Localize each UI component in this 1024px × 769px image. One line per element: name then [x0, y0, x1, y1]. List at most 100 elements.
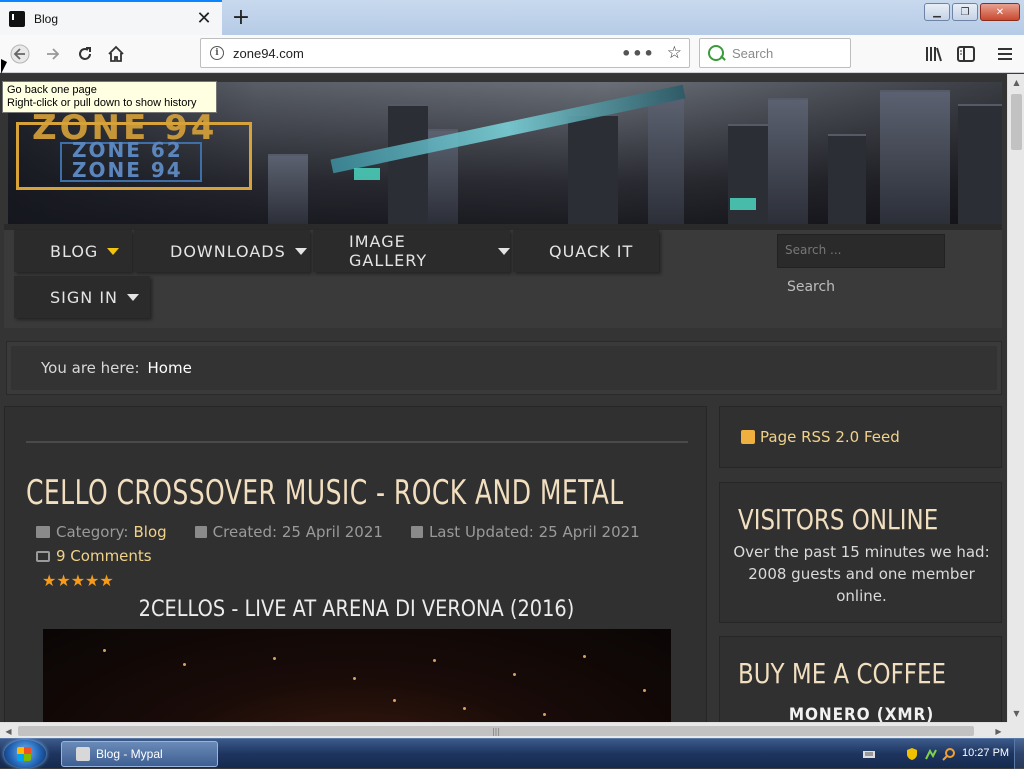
sidebar-toggle-icon[interactable] — [955, 43, 977, 65]
back-button[interactable] — [5, 39, 35, 69]
banner-light — [354, 168, 380, 180]
bookmark-star-icon[interactable]: ☆ — [667, 43, 682, 63]
horizontal-scroll-thumb[interactable]: ||| — [18, 726, 974, 736]
menu-item-quack-it[interactable]: QUACK IT — [513, 230, 659, 272]
url-bar[interactable]: i zone94.com ••• ☆ — [200, 38, 690, 68]
video-light — [353, 677, 356, 680]
folder-icon — [36, 526, 50, 538]
scrollbar-corner — [1007, 722, 1024, 738]
back-arrow-icon — [10, 44, 30, 64]
visitors-title: VISITORS ONLINE — [738, 503, 939, 536]
calendar-icon — [194, 526, 207, 538]
comments-link[interactable]: 9 Comments — [36, 547, 152, 565]
reload-button[interactable] — [70, 39, 100, 69]
taskbar-clock[interactable]: 10:27 PM — [962, 747, 1009, 759]
banner-light — [730, 198, 756, 210]
visitors-text: Over the past 15 minutes we had: 2008 gu… — [733, 543, 990, 605]
horizontal-scrollbar[interactable]: ◀ ||| ▶ — [0, 722, 1007, 738]
breadcrumb-prefix: You are here: — [41, 359, 140, 377]
hamburger-menu-icon[interactable] — [994, 43, 1016, 65]
library-icon[interactable] — [923, 43, 945, 65]
coffee-subtitle: MONERO (XMR) — [788, 705, 935, 722]
video-player[interactable] — [43, 629, 671, 722]
tab-title: Blog — [34, 11, 59, 26]
video-light — [543, 713, 546, 716]
video-light — [393, 699, 396, 702]
article-title[interactable]: CELLO CROSSOVER MUSIC - ROCK AND METAL — [26, 473, 624, 513]
menu-item-downloads[interactable]: DOWNLOADS — [134, 230, 310, 272]
menu-label: DOWNLOADS — [170, 241, 286, 261]
rss-link[interactable]: Page RSS 2.0 Feed — [760, 428, 900, 446]
window-controls: ▁ ❐ ✕ — [924, 3, 1020, 21]
minimize-button[interactable]: ▁ — [924, 3, 950, 21]
vertical-scrollbar[interactable]: ▲ ▼ — [1007, 74, 1024, 722]
forward-button[interactable] — [38, 39, 68, 69]
logo-sub-line-2: ZONE 94 — [72, 158, 183, 182]
calendar-icon — [410, 526, 423, 538]
updated-date: Last Updated: 25 April 2021 — [428, 523, 640, 541]
home-icon — [108, 45, 124, 62]
vertical-scroll-thumb[interactable] — [1011, 94, 1022, 150]
taskbar-window-label: Blog - Mypal — [96, 747, 163, 761]
menu-label: IMAGE GALLERY — [349, 232, 428, 270]
forward-arrow-icon — [47, 48, 60, 60]
tab-blog[interactable]: Blog ✕ — [0, 0, 222, 35]
video-light — [583, 655, 586, 658]
url-text[interactable]: zone94.com — [233, 46, 621, 61]
scroll-right-icon[interactable]: ▶ — [990, 723, 1007, 739]
network-icon[interactable] — [924, 747, 938, 761]
start-button[interactable] — [4, 740, 46, 768]
logo-sub-line-1: ZONE 62 — [72, 138, 183, 162]
comments-count[interactable]: 9 Comments — [56, 547, 152, 565]
site-favicon-icon — [9, 10, 25, 27]
banner-building — [648, 96, 684, 224]
article-meta: Category: Blog Created: 25 April 2021 La… — [36, 523, 640, 541]
scroll-down-icon[interactable]: ▼ — [1008, 705, 1024, 722]
home-button[interactable] — [101, 39, 131, 69]
sidebar-glyph — [957, 46, 975, 62]
browser-app-icon — [76, 747, 90, 761]
search-engine-icon[interactable] — [708, 45, 724, 61]
visitors-panel: VISITORS ONLINE Over the past 15 minutes… — [719, 482, 1002, 623]
banner-building — [568, 114, 618, 224]
menu-item-sign-in[interactable]: SIGN IN — [14, 276, 150, 318]
video-title: 2CELLOS - LIVE AT ARENA DI VERONA (2016) — [138, 597, 575, 622]
category-link[interactable]: Blog — [133, 523, 166, 541]
page-actions-icon[interactable]: ••• — [621, 44, 655, 63]
video-light — [273, 657, 276, 660]
windows-taskbar: Blog - Mypal 10:27 PM — [0, 738, 1024, 769]
taskbar-window-button[interactable]: Blog - Mypal — [61, 741, 218, 767]
search-icon[interactable] — [942, 747, 956, 761]
site-search-input[interactable]: Search ... — [777, 234, 945, 268]
banner-building — [880, 90, 950, 224]
banner-building — [388, 104, 428, 224]
library-glyph — [926, 47, 942, 62]
reload-icon — [79, 47, 91, 60]
close-window-button[interactable]: ✕ — [980, 3, 1020, 21]
banner-building — [768, 98, 808, 224]
coffee-panel: BUY ME A COFFEE MONERO (XMR) — [719, 636, 1002, 722]
video-light — [103, 649, 106, 652]
show-desktop-button[interactable] — [1014, 739, 1024, 769]
keyboard-icon[interactable] — [862, 747, 876, 761]
star-rating[interactable]: ★★★★★ — [42, 571, 114, 590]
menu-label: BLOG — [50, 241, 99, 261]
back-button-tooltip: Go back one page Right-click or pull dow… — [2, 81, 217, 113]
scroll-left-icon[interactable]: ◀ — [0, 723, 17, 739]
site-search-button[interactable]: Search — [777, 272, 845, 302]
mouse-cursor-icon — [1, 59, 7, 74]
new-tab-button[interactable]: + — [228, 4, 254, 30]
close-tab-icon[interactable]: ✕ — [192, 7, 216, 31]
page-info-icon[interactable]: i — [210, 46, 224, 60]
maximize-button[interactable]: ❐ — [952, 3, 978, 21]
site-logo-subtext: ZONE 62 ZONE 94 — [72, 140, 183, 180]
tooltip-line-2: Right-click or pull down to show history — [7, 97, 197, 109]
menu-item-image-gallery[interactable]: IMAGE GALLERY — [313, 230, 510, 272]
divider — [26, 441, 688, 443]
security-shield-icon[interactable] — [905, 747, 919, 761]
breadcrumb-home-link[interactable]: Home — [148, 359, 192, 377]
scroll-up-icon[interactable]: ▲ — [1008, 74, 1024, 91]
menu-item-blog[interactable]: BLOG — [14, 230, 132, 272]
video-light — [433, 659, 436, 662]
browser-search-bar[interactable]: Search — [699, 38, 851, 68]
